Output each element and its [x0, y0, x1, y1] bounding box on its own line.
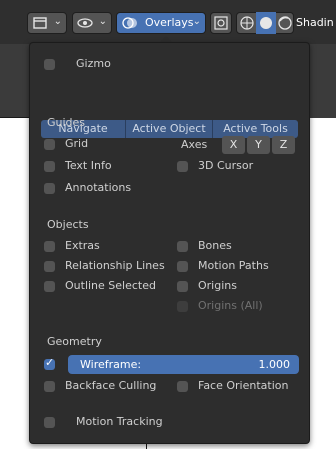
extras-checkbox[interactable]: [44, 241, 55, 252]
motion-paths-label: Motion Paths: [198, 259, 269, 272]
tab-active-object[interactable]: Active Object: [126, 120, 213, 138]
chevron-down-icon: ⌄: [53, 16, 62, 27]
gizmo-checkbox[interactable]: [44, 59, 55, 70]
axis-y-toggle[interactable]: Y: [247, 136, 270, 154]
origins-checkbox[interactable]: [177, 281, 188, 292]
3d-cursor-checkbox[interactable]: [177, 161, 188, 172]
wireframe-slider[interactable]: Wireframe: 1.000: [68, 355, 299, 374]
relationship-lines-checkbox[interactable]: [44, 261, 55, 272]
gizmo-toggle-button[interactable]: [210, 12, 232, 34]
outline-selected-label: Outline Selected: [65, 279, 156, 292]
overlays-label: Overlays: [145, 16, 194, 29]
extras-label: Extras: [65, 239, 100, 252]
overlays-button[interactable]: Overlays ⌄: [116, 12, 206, 34]
origins-label: Origins: [198, 279, 237, 292]
chevron-down-icon: ⌄: [98, 16, 107, 27]
origins-all-checkbox[interactable]: [177, 301, 188, 312]
guides-heading: Guides: [47, 116, 86, 129]
grid-label: Grid: [65, 137, 89, 150]
bones-checkbox[interactable]: [177, 241, 188, 252]
geometry-heading: Geometry: [47, 335, 102, 348]
wireframe-value: 1.000: [258, 358, 291, 371]
view-object-types-button[interactable]: ⌄: [72, 12, 112, 34]
gizmo-label: Gizmo: [76, 57, 111, 70]
outline-selected-checkbox[interactable]: [44, 281, 55, 292]
axis-x-toggle[interactable]: X: [222, 136, 245, 154]
relationship-lines-label: Relationship Lines: [65, 259, 165, 272]
solid-shading-icon[interactable]: [256, 12, 276, 34]
motion-tracking-checkbox[interactable]: [44, 417, 55, 428]
chevron-down-icon: ⌄: [192, 16, 201, 27]
text-info-checkbox[interactable]: [44, 161, 55, 172]
origins-all-label: Origins (All): [198, 299, 263, 312]
axis-z-toggle[interactable]: Z: [272, 136, 295, 154]
text-info-label: Text Info: [65, 159, 112, 172]
bones-label: Bones: [198, 239, 232, 252]
shading-mode-group: [236, 12, 294, 34]
annotations-label: Annotations: [65, 181, 132, 194]
objects-heading: Objects: [47, 218, 89, 231]
wireframe-label: Wireframe:: [80, 358, 142, 371]
shading-label: Shadin: [296, 16, 334, 29]
face-orientation-label: Face Orientation: [198, 379, 289, 392]
viewport-type-button[interactable]: ⌄: [27, 12, 67, 34]
annotations-checkbox[interactable]: [44, 183, 55, 194]
overlays-popover: Gizmo Navigate Active Object Active Tool…: [29, 42, 310, 444]
grid-checkbox[interactable]: [44, 139, 55, 150]
backface-culling-label: Backface Culling: [65, 379, 157, 392]
face-orientation-checkbox[interactable]: [177, 381, 188, 392]
wireframe-checkbox[interactable]: [44, 356, 55, 370]
3d-cursor-label: 3D Cursor: [198, 159, 254, 172]
axes-label: Axes: [181, 138, 208, 151]
motion-paths-checkbox[interactable]: [177, 261, 188, 272]
backface-culling-checkbox[interactable]: [44, 381, 55, 392]
motion-tracking-label: Motion Tracking: [76, 415, 163, 428]
